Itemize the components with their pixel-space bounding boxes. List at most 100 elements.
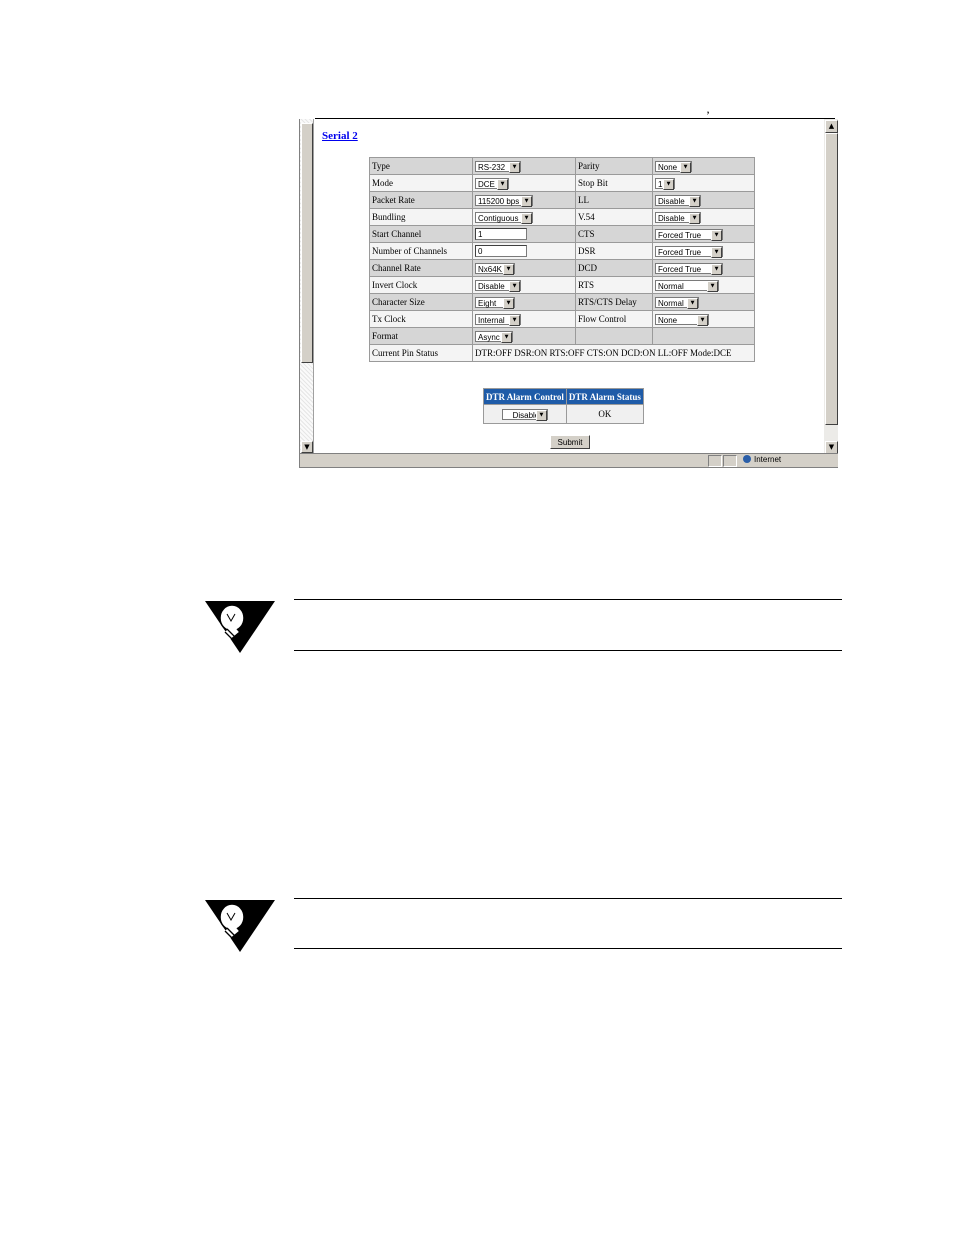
chevron-down-icon: ▼ — [711, 263, 722, 275]
field-value-cell-left: Eight ▼ — [472, 293, 576, 311]
pin-status-label: Current Pin Status — [369, 344, 473, 362]
globe-icon — [743, 455, 751, 463]
field-label-left: Number of Channels — [369, 242, 473, 260]
field-value-cell-right: Forced True ▼ — [652, 259, 755, 277]
field-value-cell-right: None ▼ — [652, 157, 755, 175]
status-zone-label: Internet — [754, 455, 782, 464]
serial-config-table: Type RS-232 ▼ Parity None ▼ Mode DCE ▼ Stop Bit 1 ▼… — [369, 157, 755, 362]
field-label-right: LL — [575, 191, 653, 209]
left-scroll-down-icon[interactable]: ▼ — [301, 441, 313, 453]
lightbulb-icon — [205, 601, 275, 653]
field-label-right — [575, 327, 653, 345]
chevron-down-icon: ▼ — [521, 195, 532, 207]
lightbulb-icon — [205, 900, 275, 952]
field-label-left: Channel Rate — [369, 259, 473, 277]
field-value-cell-left: RS-232 ▼ — [472, 157, 576, 175]
field-select[interactable]: Eight ▼ — [475, 296, 515, 309]
note-1-bottom-rule — [294, 650, 842, 651]
field-value-cell-right: Forced True ▼ — [652, 242, 755, 260]
field-select[interactable]: Forced True ▼ — [655, 262, 723, 275]
chevron-down-icon: ▼ — [697, 314, 708, 326]
field-select-value: Normal — [658, 298, 684, 308]
field-select-value: None — [658, 162, 678, 172]
field-select[interactable]: Async ▼ — [475, 330, 513, 343]
field-select[interactable]: DCE ▼ — [475, 177, 509, 190]
config-row: Type RS-232 ▼ Parity None ▼ — [369, 157, 755, 175]
field-input[interactable]: 0 — [475, 245, 527, 257]
field-select[interactable]: 115200 bps ▼ — [475, 194, 533, 207]
field-select-value: 1 — [658, 179, 663, 189]
chevron-down-icon: ▼ — [689, 212, 700, 224]
serial-2-link[interactable]: Serial 2 — [322, 130, 358, 142]
field-select[interactable]: Disable ▼ — [655, 211, 701, 224]
field-label-left: Character Size — [369, 293, 473, 311]
config-row: Channel Rate Nx64K ▼ DCD Forced True ▼ — [369, 259, 755, 277]
dtr-alarm-control-cell: Disable ▼ — [483, 404, 567, 424]
field-select-value: None — [658, 315, 678, 325]
field-select-value: Disable — [658, 213, 685, 223]
field-select[interactable]: 1 ▼ — [655, 177, 675, 190]
field-select-value: Nx64K — [478, 264, 503, 274]
field-value-cell-left: Disable ▼ — [472, 276, 576, 294]
config-row: Number of Channels 0 DSR Forced True ▼ — [369, 242, 755, 260]
config-row: Mode DCE ▼ Stop Bit 1 ▼ — [369, 174, 755, 192]
field-label-left: Format — [369, 327, 473, 345]
field-label-right: DCD — [575, 259, 653, 277]
field-select[interactable]: None ▼ — [655, 313, 709, 326]
field-select-value: RS-232 — [478, 162, 506, 172]
dtr-alarm-status-value: OK — [565, 404, 644, 424]
config-row: Invert Clock Disable ▼ RTS Normal ▼ — [369, 276, 755, 294]
field-select-value: Forced True — [658, 247, 702, 257]
field-select[interactable]: Internal ▼ — [475, 313, 521, 326]
chevron-down-icon: ▼ — [503, 297, 514, 309]
field-select[interactable]: Disable ▼ — [655, 194, 701, 207]
field-select[interactable]: None ▼ — [655, 160, 692, 173]
field-label-left: Packet Rate — [369, 191, 473, 209]
field-select[interactable]: Contiguous ▼ — [475, 211, 533, 224]
field-label-right: RTS/CTS Delay — [575, 293, 653, 311]
scroll-thumb[interactable] — [825, 133, 838, 425]
field-select[interactable]: Forced True ▼ — [655, 245, 723, 258]
field-select-value: 115200 bps — [478, 196, 520, 206]
field-value-cell-right — [652, 327, 755, 345]
field-select[interactable]: Normal ▼ — [655, 279, 719, 292]
field-value-cell-right: Disable ▼ — [652, 208, 755, 226]
field-label-right: Parity — [575, 157, 653, 175]
field-value-cell-right: Disable ▼ — [652, 191, 755, 209]
left-scroll-strip: ▼ — [300, 119, 314, 454]
field-select[interactable]: Disable ▼ — [475, 279, 521, 292]
vertical-scrollbar[interactable]: ▲ ▼ — [824, 119, 838, 454]
field-value-cell-left: 115200 bps ▼ — [472, 191, 576, 209]
field-input[interactable]: 1 — [475, 228, 527, 240]
field-select[interactable]: RS-232 ▼ — [475, 160, 521, 173]
submit-button[interactable]: Submit — [550, 435, 590, 449]
field-label-left: Mode — [369, 174, 473, 192]
field-select-value: Contiguous — [478, 213, 519, 223]
left-scroll-thumb[interactable] — [301, 123, 313, 363]
scroll-up-icon[interactable]: ▲ — [825, 120, 838, 133]
field-label-right: Stop Bit — [575, 174, 653, 192]
field-select-value: Forced True — [658, 264, 702, 274]
config-row: Bundling Contiguous ▼ V.54 Disable ▼ — [369, 208, 755, 226]
field-value-cell-right: 1 ▼ — [652, 174, 755, 192]
field-value-cell-right: Forced True ▼ — [652, 225, 755, 243]
field-value-cell-left: Contiguous ▼ — [472, 208, 576, 226]
field-select-value: Async — [478, 332, 500, 342]
field-value-cell-left: Async ▼ — [472, 327, 576, 345]
status-zone: Internet — [741, 455, 825, 465]
chevron-down-icon: ▼ — [509, 314, 520, 326]
note-2-bottom-rule — [294, 948, 842, 949]
config-row: Start Channel 1 CTS Forced True ▼ — [369, 225, 755, 243]
field-select[interactable]: Nx64K ▼ — [475, 262, 515, 275]
config-row: Character Size Eight ▼ RTS/CTS Delay Normal ▼ — [369, 293, 755, 311]
browser-window: ▼ Serial 2 Type RS-232 ▼ Parity None ▼ Mode DCE… — [299, 119, 838, 468]
field-select[interactable]: Forced True ▼ — [655, 228, 723, 241]
config-row: Format Async ▼ — [369, 327, 755, 345]
field-select[interactable]: Normal ▼ — [655, 296, 699, 309]
note-2-top-rule — [294, 898, 842, 899]
field-label-left: Invert Clock — [369, 276, 473, 294]
dtr-alarm-control-select[interactable]: Disable ▼ — [501, 408, 548, 421]
chevron-down-icon: ▼ — [711, 229, 722, 241]
pin-status-value: DTR:OFF DSR:ON RTS:OFF CTS:ON DCD:ON LL:… — [472, 344, 755, 362]
status-bar: Internet — [300, 453, 838, 467]
